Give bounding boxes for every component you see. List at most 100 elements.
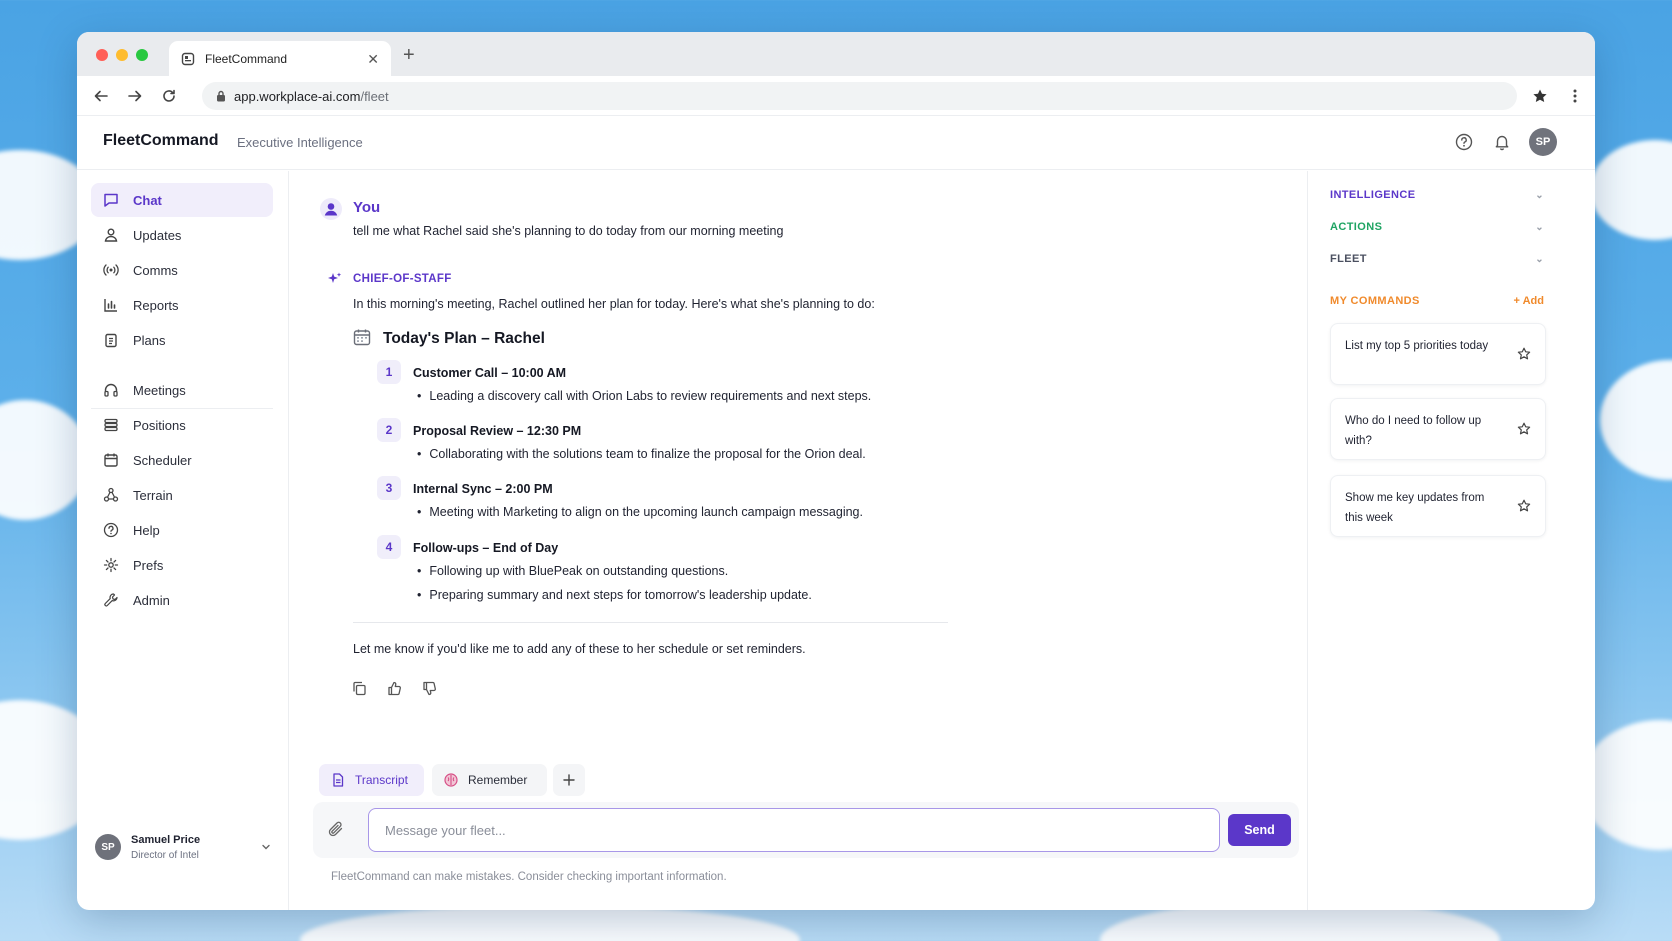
settings-icon <box>103 557 119 573</box>
url-host: app.workplace-ai.com <box>234 88 361 104</box>
section-label: FLEET <box>1330 253 1367 265</box>
add-command-button[interactable]: + Add <box>1514 295 1544 307</box>
user-avatar[interactable]: SP <box>1529 128 1557 156</box>
close-window-button[interactable] <box>96 49 108 61</box>
plus-icon <box>563 774 575 786</box>
browser-menu-icon[interactable] <box>1563 84 1587 108</box>
sidebar-item-label: Plans <box>133 332 166 348</box>
star-icon[interactable] <box>1517 422 1531 436</box>
document-icon <box>333 773 344 787</box>
step-number: 2 <box>377 418 401 442</box>
browser-window: FleetCommand ✕ + app.workplace-ai.com/fl… <box>77 32 1595 910</box>
disclaimer-text: FleetCommand can make mistakes. Consider… <box>331 871 727 883</box>
sidebar-item-admin[interactable]: Admin <box>91 583 273 617</box>
chevron-down-icon: ⌄ <box>1535 253 1544 265</box>
sparkle-icon <box>328 272 342 283</box>
reload-icon[interactable] <box>157 84 181 108</box>
sidebar-item-label: Prefs <box>133 557 164 573</box>
section-actions[interactable]: ACTIONS ⌄ <box>1330 221 1544 233</box>
chat-main: You tell me what Rachel said she's plann… <box>289 171 1307 910</box>
app-subtitle: Executive Intelligence <box>237 135 363 150</box>
add-chip-button[interactable] <box>553 764 585 796</box>
command-card[interactable]: List my top 5 priorities today <box>1330 323 1546 385</box>
message-input[interactable] <box>368 808 1220 852</box>
app-brand[interactable]: FleetCommand <box>103 132 219 150</box>
maximize-window-button[interactable] <box>136 49 148 61</box>
calendar-icon <box>353 329 371 346</box>
sidebar-item-comms[interactable]: Comms <box>91 253 273 287</box>
lock-icon <box>217 90 225 102</box>
step-number: 4 <box>377 535 401 559</box>
sidebar-item-scheduler[interactable]: Scheduler <box>91 443 273 477</box>
minimize-window-button[interactable] <box>116 49 128 61</box>
tab-strip: FleetCommand ✕ + <box>77 32 1595 77</box>
help-icon[interactable] <box>1453 131 1475 153</box>
notifications-bell-icon[interactable] <box>1491 131 1513 153</box>
close-tab-icon[interactable]: ✕ <box>367 51 379 68</box>
bookmark-star-icon[interactable] <box>1528 84 1552 108</box>
sidebar-item-reports[interactable]: Reports <box>91 288 273 322</box>
sidebar-item-positions[interactable]: Positions <box>91 408 273 442</box>
address-bar[interactable]: app.workplace-ai.com/fleet <box>202 82 1517 110</box>
sidebar: Chat Updates Comms Reports Plans Meeting… <box>77 171 289 910</box>
sidebar-item-chat[interactable]: Chat <box>91 183 273 217</box>
sidebar-item-meetings[interactable]: Meetings <box>91 373 273 407</box>
sidebar-item-label: Admin <box>133 592 170 608</box>
plan-title: Today's Plan – Rachel <box>383 330 545 347</box>
user-name: Samuel Price <box>131 833 201 846</box>
forward-icon[interactable] <box>123 84 147 108</box>
sidebar-item-updates[interactable]: Updates <box>91 218 273 252</box>
browser-tab[interactable]: FleetCommand ✕ <box>169 41 391 77</box>
right-panel: INTELLIGENCE ⌄ ACTIONS ⌄ FLEET ⌄ MY COMM… <box>1307 171 1595 910</box>
paperclip-icon[interactable] <box>327 820 345 838</box>
step-bullet: Following up with BluePeak on outstandin… <box>417 564 728 578</box>
command-card[interactable]: Show me key updates from this week <box>1330 475 1546 537</box>
star-icon[interactable] <box>1517 499 1531 513</box>
command-text: Who do I need to follow up with? <box>1345 415 1482 447</box>
step-title: Follow-ups – End of Day <box>413 541 559 555</box>
sidebar-item-prefs[interactable]: Prefs <box>91 548 273 582</box>
command-card[interactable]: Who do I need to follow up with? <box>1330 398 1546 460</box>
sidebar-item-label: Help <box>133 522 160 538</box>
copy-icon[interactable] <box>349 678 369 698</box>
chevron-down-icon: ⌄ <box>1535 221 1544 233</box>
section-my-commands: MY COMMANDS + Add <box>1330 295 1544 307</box>
sidebar-item-plans[interactable]: Plans <box>91 323 273 357</box>
sidebar-item-label: Terrain <box>133 487 173 503</box>
calendar-icon <box>104 453 118 467</box>
section-label: MY COMMANDS <box>1330 295 1420 307</box>
sidebar-item-label: Positions <box>133 417 186 433</box>
help-circle-icon <box>103 522 119 538</box>
thumbs-down-icon[interactable] <box>419 678 439 698</box>
user-profile[interactable]: SP Samuel Price Director of Intel <box>95 827 271 867</box>
transcript-chip[interactable]: Transcript <box>319 764 424 796</box>
user-message-author: You <box>353 199 381 216</box>
remember-chip-label: Remember <box>468 773 528 787</box>
step-number: 3 <box>377 476 401 500</box>
sidebar-item-label: Chat <box>133 192 162 208</box>
sidebar-item-help[interactable]: Help <box>91 513 273 547</box>
remember-chip[interactable]: Remember <box>432 764 547 796</box>
step-bullet: Meeting with Marketing to align on the u… <box>417 505 863 519</box>
sidebar-item-label: Updates <box>133 227 182 243</box>
avatar: SP <box>95 834 121 860</box>
step-title: Customer Call – 10:00 AM <box>413 366 567 380</box>
message-divider <box>353 622 948 623</box>
section-fleet[interactable]: FLEET ⌄ <box>1330 253 1544 265</box>
thumbs-up-icon[interactable] <box>384 678 404 698</box>
section-intelligence[interactable]: INTELLIGENCE ⌄ <box>1330 189 1544 201</box>
back-icon[interactable] <box>89 84 113 108</box>
cloud-decoration <box>1590 140 1672 240</box>
send-button[interactable]: Send <box>1228 814 1291 846</box>
star-icon[interactable] <box>1517 347 1531 361</box>
message-composer: Send <box>313 802 1299 858</box>
step-title: Proposal Review – 12:30 PM <box>413 424 582 438</box>
chevron-down-icon[interactable] <box>261 842 271 852</box>
command-text: Show me key updates from this week <box>1345 492 1485 524</box>
sidebar-item-terrain[interactable]: Terrain <box>91 478 273 512</box>
user-icon <box>320 198 342 220</box>
assistant-followup-text: Let me know if you'd like me to add any … <box>353 642 806 656</box>
wrench-icon <box>104 593 118 607</box>
broadcast-icon <box>103 264 119 276</box>
new-tab-icon[interactable]: + <box>403 44 415 67</box>
